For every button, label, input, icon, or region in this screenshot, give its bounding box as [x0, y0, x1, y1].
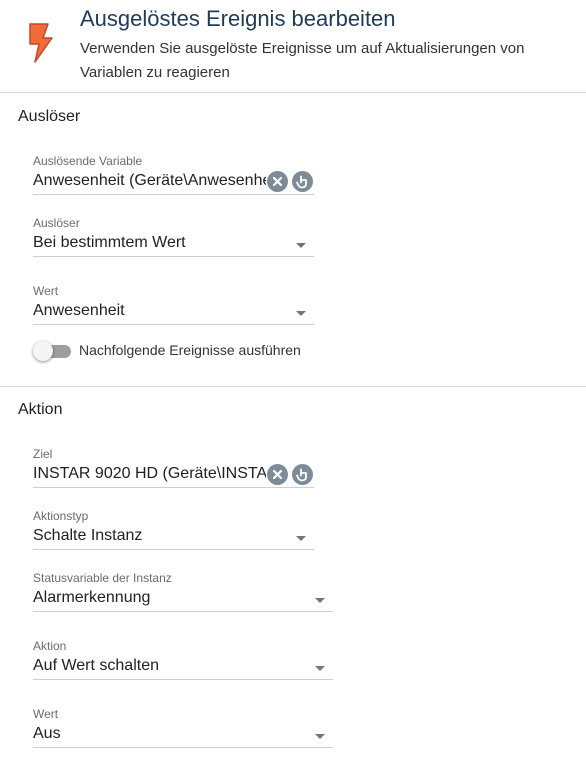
toggle-thumb[interactable]: [33, 341, 53, 361]
trigger-variable-field[interactable]: Auslösende Variable Anwesenheit (Geräte\…: [33, 154, 314, 195]
action-value-select[interactable]: Wert Aus: [33, 707, 333, 748]
action-value-value[interactable]: Aus: [33, 725, 61, 743]
action-value[interactable]: Auf Wert schalten: [33, 657, 159, 675]
section-divider: [0, 386, 586, 387]
action-target-field[interactable]: Ziel INSTAR 9020 HD (Geräte\INSTAR 9020 …: [33, 447, 314, 488]
chevron-down-icon[interactable]: [315, 734, 325, 739]
dialog-header: Ausgelöstes Ereignis bearbeiten Verwende…: [0, 0, 586, 93]
trigger-variable-label: Auslösende Variable: [33, 154, 143, 168]
trigger-type-value[interactable]: Bei bestimmtem Wert: [33, 234, 186, 252]
subsequent-events-label: Nachfolgende Ereignisse ausführen: [79, 342, 301, 358]
action-label: Aktion: [33, 639, 67, 653]
status-variable-value[interactable]: Alarmerkennung: [33, 589, 150, 607]
action-select[interactable]: Aktion Auf Wert schalten: [33, 639, 333, 680]
action-type-value[interactable]: Schalte Instanz: [33, 527, 142, 545]
dialog-title: Ausgelöstes Ereignis bearbeiten: [80, 6, 396, 31]
clear-icon[interactable]: [267, 171, 288, 192]
action-value-label: Wert: [33, 707, 59, 721]
status-variable-label: Statusvariable der Instanz: [33, 571, 172, 585]
trigger-value-label: Wert: [33, 284, 59, 298]
section-title-trigger: Auslöser: [18, 108, 81, 125]
chevron-down-icon[interactable]: [315, 666, 325, 671]
trigger-value-select[interactable]: Wert Anwesenheit: [33, 284, 314, 325]
select-pointer-icon[interactable]: [292, 171, 313, 192]
trigger-variable-value[interactable]: Anwesenheit (Geräte\Anwesenheit): [33, 172, 266, 190]
section-title-action: Aktion: [18, 401, 63, 418]
chevron-down-icon[interactable]: [296, 536, 306, 541]
action-type-select[interactable]: Aktionstyp Schalte Instanz: [33, 509, 314, 550]
chevron-down-icon[interactable]: [296, 311, 306, 316]
action-target-value[interactable]: INSTAR 9020 HD (Geräte\INSTAR 9020 HD): [33, 465, 266, 483]
subsequent-events-toggle[interactable]: [33, 341, 71, 361]
clear-icon[interactable]: [267, 464, 288, 485]
lightning-bolt-icon: [29, 23, 53, 63]
chevron-down-icon[interactable]: [296, 243, 306, 248]
trigger-value-value[interactable]: Anwesenheit: [33, 302, 125, 320]
status-variable-select[interactable]: Statusvariable der Instanz Alarmerkennun…: [33, 571, 333, 612]
select-pointer-icon[interactable]: [292, 464, 313, 485]
trigger-type-select[interactable]: Auslöser Bei bestimmtem Wert: [33, 216, 314, 257]
action-target-label: Ziel: [33, 447, 53, 461]
trigger-type-label: Auslöser: [33, 216, 80, 230]
dialog-description: Verwenden Sie ausgelöste Ereignisse um a…: [80, 40, 525, 81]
chevron-down-icon[interactable]: [315, 598, 325, 603]
action-type-label: Aktionstyp: [33, 509, 89, 523]
